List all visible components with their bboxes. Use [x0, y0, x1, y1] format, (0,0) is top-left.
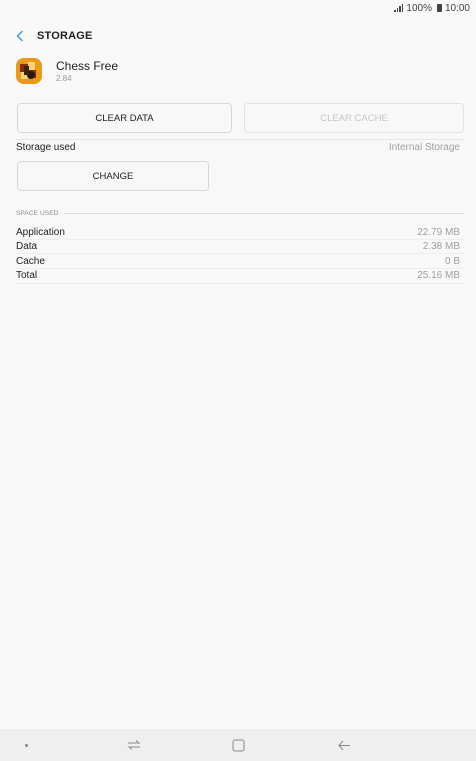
battery-percent: 100%	[406, 2, 432, 14]
battery-icon	[436, 4, 442, 12]
back-arrow-icon[interactable]	[334, 735, 354, 755]
status-bar: 100% 10:00	[0, 0, 476, 16]
cache-label: Cache	[16, 256, 45, 267]
total-label: Total	[16, 270, 38, 281]
divider	[16, 268, 464, 269]
chevron-left-icon	[16, 30, 23, 42]
application-label: Application	[16, 227, 65, 238]
app-version: 2.84	[56, 74, 72, 83]
chess-app-icon	[16, 58, 42, 84]
total-size: 25.16 MB	[417, 270, 460, 281]
recents-icon[interactable]	[124, 735, 144, 755]
app-bar: STORAGE	[0, 22, 476, 50]
page-title: STORAGE	[37, 30, 93, 42]
section-title: SPACE USED	[16, 209, 59, 217]
data-label: Data	[16, 241, 38, 252]
clear-data-button[interactable]: CLEAR DATA	[17, 103, 232, 133]
divider	[16, 139, 464, 140]
data-size: 2.38 MB	[422, 241, 460, 252]
divider	[16, 253, 464, 254]
storage-location-value: Internal Storage	[388, 142, 460, 153]
application-size: 22.79 MB	[417, 227, 460, 238]
change-storage-button[interactable]: CHANGE	[17, 161, 209, 191]
divider	[16, 239, 464, 240]
divider	[16, 283, 464, 284]
app-name: Chess Free	[56, 59, 119, 73]
storage-used-label: Storage used	[16, 142, 76, 153]
app-header: Chess Free 2.84	[16, 58, 118, 84]
dot-icon[interactable]	[18, 737, 34, 753]
clear-cache-button[interactable]: CLEAR CACHE	[244, 103, 464, 133]
section-divider	[64, 212, 464, 214]
space-used-header: SPACE USED	[16, 208, 464, 218]
signal-icon	[394, 4, 404, 12]
navigation-bar	[0, 729, 476, 761]
home-icon[interactable]	[228, 735, 248, 755]
clock: 10:00	[444, 2, 470, 14]
back-button[interactable]	[5, 22, 35, 50]
cache-size: 0 B	[444, 256, 460, 267]
